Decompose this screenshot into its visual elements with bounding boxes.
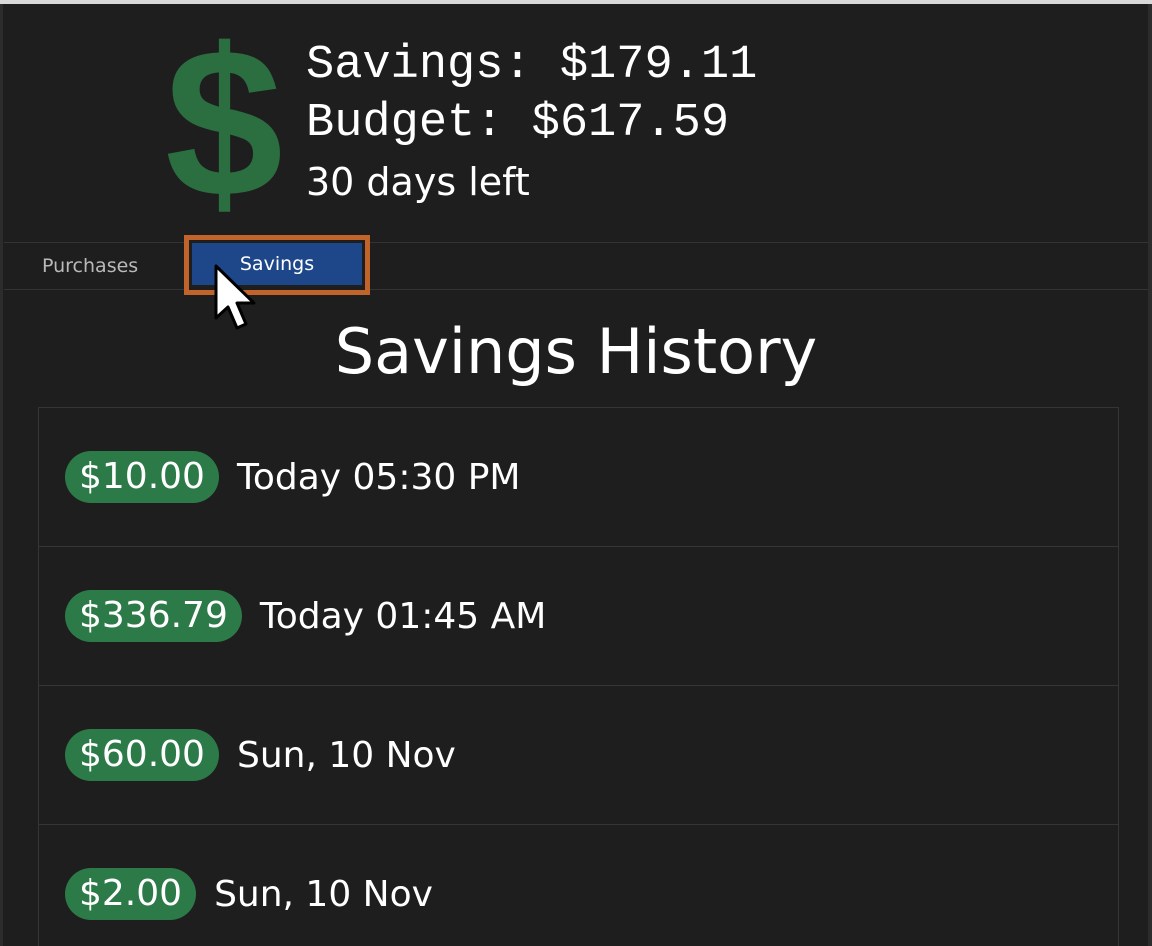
history-row[interactable]: $2.00 Sun, 10 Nov [39, 825, 1118, 946]
dollar-sign-glyph: $ [165, 4, 283, 241]
mouse-pointer-icon [214, 264, 256, 330]
window-left-border [0, 4, 3, 946]
window-right-border [1148, 4, 1152, 946]
amount-badge: $336.79 [65, 590, 242, 642]
savings-history-list: $10.00 Today 05:30 PM $336.79 Today 01:4… [38, 407, 1119, 946]
days-left: 30 days left [306, 160, 530, 204]
tab-purchases[interactable]: Purchases [22, 243, 162, 289]
row-date: Sun, 10 Nov [214, 873, 433, 915]
savings-total: Savings: $179.11 [306, 39, 758, 92]
amount-badge: $10.00 [65, 451, 219, 503]
budget-total: Budget: $617.59 [306, 97, 730, 150]
amount-badge: $60.00 [65, 729, 219, 781]
history-row[interactable]: $336.79 Today 01:45 AM [39, 547, 1118, 686]
history-row[interactable]: $10.00 Today 05:30 PM [39, 408, 1118, 547]
row-date: Today 01:45 AM [259, 595, 547, 637]
tab-bar: Purchases Savings [4, 235, 1148, 295]
row-date: Sun, 10 Nov [236, 734, 456, 776]
dollar-sign-icon: $ [154, 4, 294, 241]
row-date: Today 05:30 PM [236, 456, 521, 498]
amount-badge: $2.00 [65, 868, 197, 920]
savings-history-title: Savings History [334, 315, 818, 388]
history-row[interactable]: $60.00 Sun, 10 Nov [39, 686, 1118, 825]
